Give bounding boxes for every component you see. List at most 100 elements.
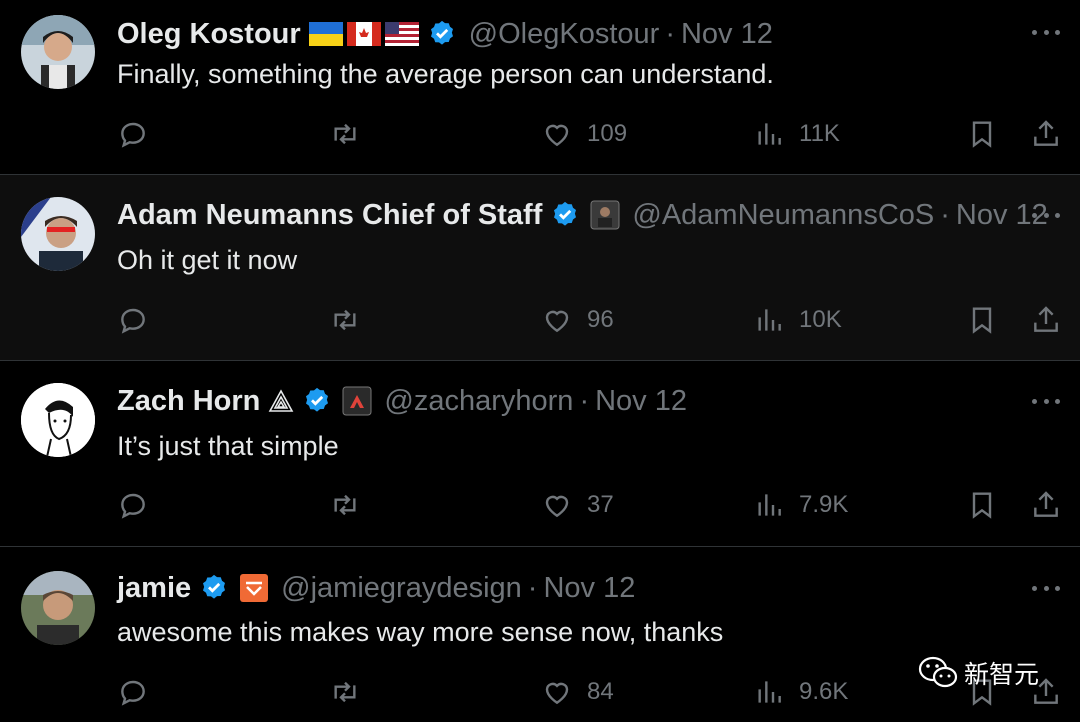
more-icon[interactable] (1032, 391, 1060, 411)
canada-flag-icon (346, 22, 381, 46)
reply-button[interactable] (117, 114, 149, 154)
retweet-icon (334, 309, 356, 331)
author-name[interactable]: jamie (117, 568, 191, 608)
bookmark-icon (972, 121, 992, 148)
author-name[interactable]: Adam Neumanns Chief of Staff (117, 195, 542, 235)
avatar[interactable] (21, 15, 95, 89)
retweet-icon (334, 681, 356, 703)
verified-icon (427, 19, 457, 49)
retweet-icon (334, 123, 356, 145)
tweet-header: Adam Neumanns Chief of Staff @AdamNeuman… (117, 195, 1048, 235)
tweet-header: jamie @jamiegraydesign · Nov 12 (117, 568, 635, 608)
separator: · (940, 199, 950, 231)
bookmark-icon (972, 307, 992, 334)
retweet-icon (334, 494, 356, 516)
like-icon (545, 682, 569, 705)
reply-button[interactable] (117, 485, 149, 525)
wechat-logo-icon (918, 656, 958, 688)
separator: · (527, 572, 538, 604)
views-icon (758, 309, 781, 331)
views-button[interactable]: 7.9K (753, 485, 848, 525)
like-count: 84 (587, 678, 614, 705)
action-bar: 37 7.9K (0, 485, 1080, 525)
tweet[interactable]: Adam Neumanns Chief of Staff @AdamNeuman… (0, 175, 1080, 361)
reply-icon (121, 493, 145, 519)
verified-icon (550, 200, 580, 230)
watermark: 新智元 (918, 655, 1039, 691)
author-handle[interactable]: @OlegKostour (469, 14, 660, 54)
views-icon (758, 123, 781, 145)
tweet-date[interactable]: Nov 12 (681, 14, 773, 54)
retweet-button[interactable] (329, 672, 361, 712)
bookmark-button[interactable] (966, 300, 998, 340)
affiliate-badge-icon (590, 200, 620, 230)
author-name[interactable]: Zach Horn (117, 381, 260, 421)
action-bar: 109 11K (0, 114, 1080, 154)
like-icon (545, 495, 569, 518)
tweet-text: It’s just that simple (117, 431, 339, 461)
separator: · (665, 18, 675, 50)
more-icon[interactable] (1032, 22, 1060, 42)
views-button[interactable]: 10K (753, 300, 842, 340)
reply-button[interactable] (117, 672, 149, 712)
like-icon (545, 310, 569, 333)
more-icon[interactable] (1032, 205, 1060, 225)
tweet-header: Oleg Kostour @OlegKostour · Nov 12 (117, 14, 773, 54)
tweet[interactable]: Oleg Kostour @OlegKostour · Nov 12 Final… (0, 0, 1080, 175)
author-name[interactable]: Oleg Kostour (117, 14, 301, 54)
share-icon (1034, 491, 1058, 517)
views-button[interactable]: 9.6K (753, 672, 848, 712)
avatar[interactable] (21, 383, 95, 457)
retweet-button[interactable] (329, 485, 361, 525)
author-handle[interactable]: @jamiegraydesign (281, 568, 522, 608)
affiliate-badge-icon (342, 386, 372, 416)
like-icon (545, 124, 569, 147)
avatar[interactable] (21, 197, 95, 271)
like-count: 96 (587, 306, 614, 333)
like-count: 37 (587, 491, 614, 518)
tweet-date[interactable]: Nov 12 (595, 381, 687, 421)
author-handle[interactable]: @zacharyhorn (384, 381, 573, 421)
views-button[interactable]: 11K (753, 114, 840, 154)
tweet[interactable]: jamie @jamiegraydesign · Nov 12 awesome … (0, 547, 1080, 722)
view-count: 9.6K (799, 678, 849, 705)
verified-icon (199, 573, 229, 603)
bookmark-button[interactable] (966, 485, 998, 525)
more-icon[interactable] (1032, 578, 1060, 598)
tweet-text: Oh it get it now (117, 245, 298, 275)
verified-icon (302, 386, 332, 416)
views-icon (758, 494, 781, 516)
retweet-button[interactable] (329, 114, 361, 154)
like-button[interactable]: 96 (541, 300, 614, 340)
tweet[interactable]: Zach Horn @zacharyhorn · Nov 12 It’s jus… (0, 361, 1080, 547)
avatar[interactable] (21, 571, 95, 645)
like-button[interactable]: 109 (541, 114, 627, 154)
view-count: 10K (799, 306, 842, 333)
view-count: 11K (799, 120, 840, 147)
share-button[interactable] (1030, 485, 1062, 525)
tweet-text: Finally, something the average person ca… (117, 59, 774, 89)
action-bar: 96 10K (0, 300, 1080, 340)
affiliate-badge-icon (239, 573, 269, 603)
views-icon (758, 681, 781, 703)
like-button[interactable]: 84 (541, 672, 614, 712)
ukraine-flag-icon (308, 22, 343, 46)
share-button[interactable] (1030, 114, 1062, 154)
separator: · (579, 385, 590, 417)
triangle-emoji-icon (268, 389, 294, 413)
view-count: 7.9K (799, 491, 849, 518)
share-icon (1034, 120, 1058, 146)
us-flag-icon (384, 22, 419, 46)
reply-icon (121, 680, 145, 706)
author-handle[interactable]: @AdamNeumannsCoS (632, 195, 934, 235)
retweet-button[interactable] (329, 300, 361, 340)
reply-button[interactable] (117, 300, 149, 340)
share-icon (1034, 306, 1058, 332)
share-button[interactable] (1030, 300, 1062, 340)
bookmark-button[interactable] (966, 114, 998, 154)
reply-icon (121, 122, 145, 148)
tweet-header: Zach Horn @zacharyhorn · Nov 12 (117, 381, 687, 421)
bookmark-icon (972, 492, 992, 519)
tweet-date[interactable]: Nov 12 (543, 568, 635, 608)
like-button[interactable]: 37 (541, 485, 614, 525)
